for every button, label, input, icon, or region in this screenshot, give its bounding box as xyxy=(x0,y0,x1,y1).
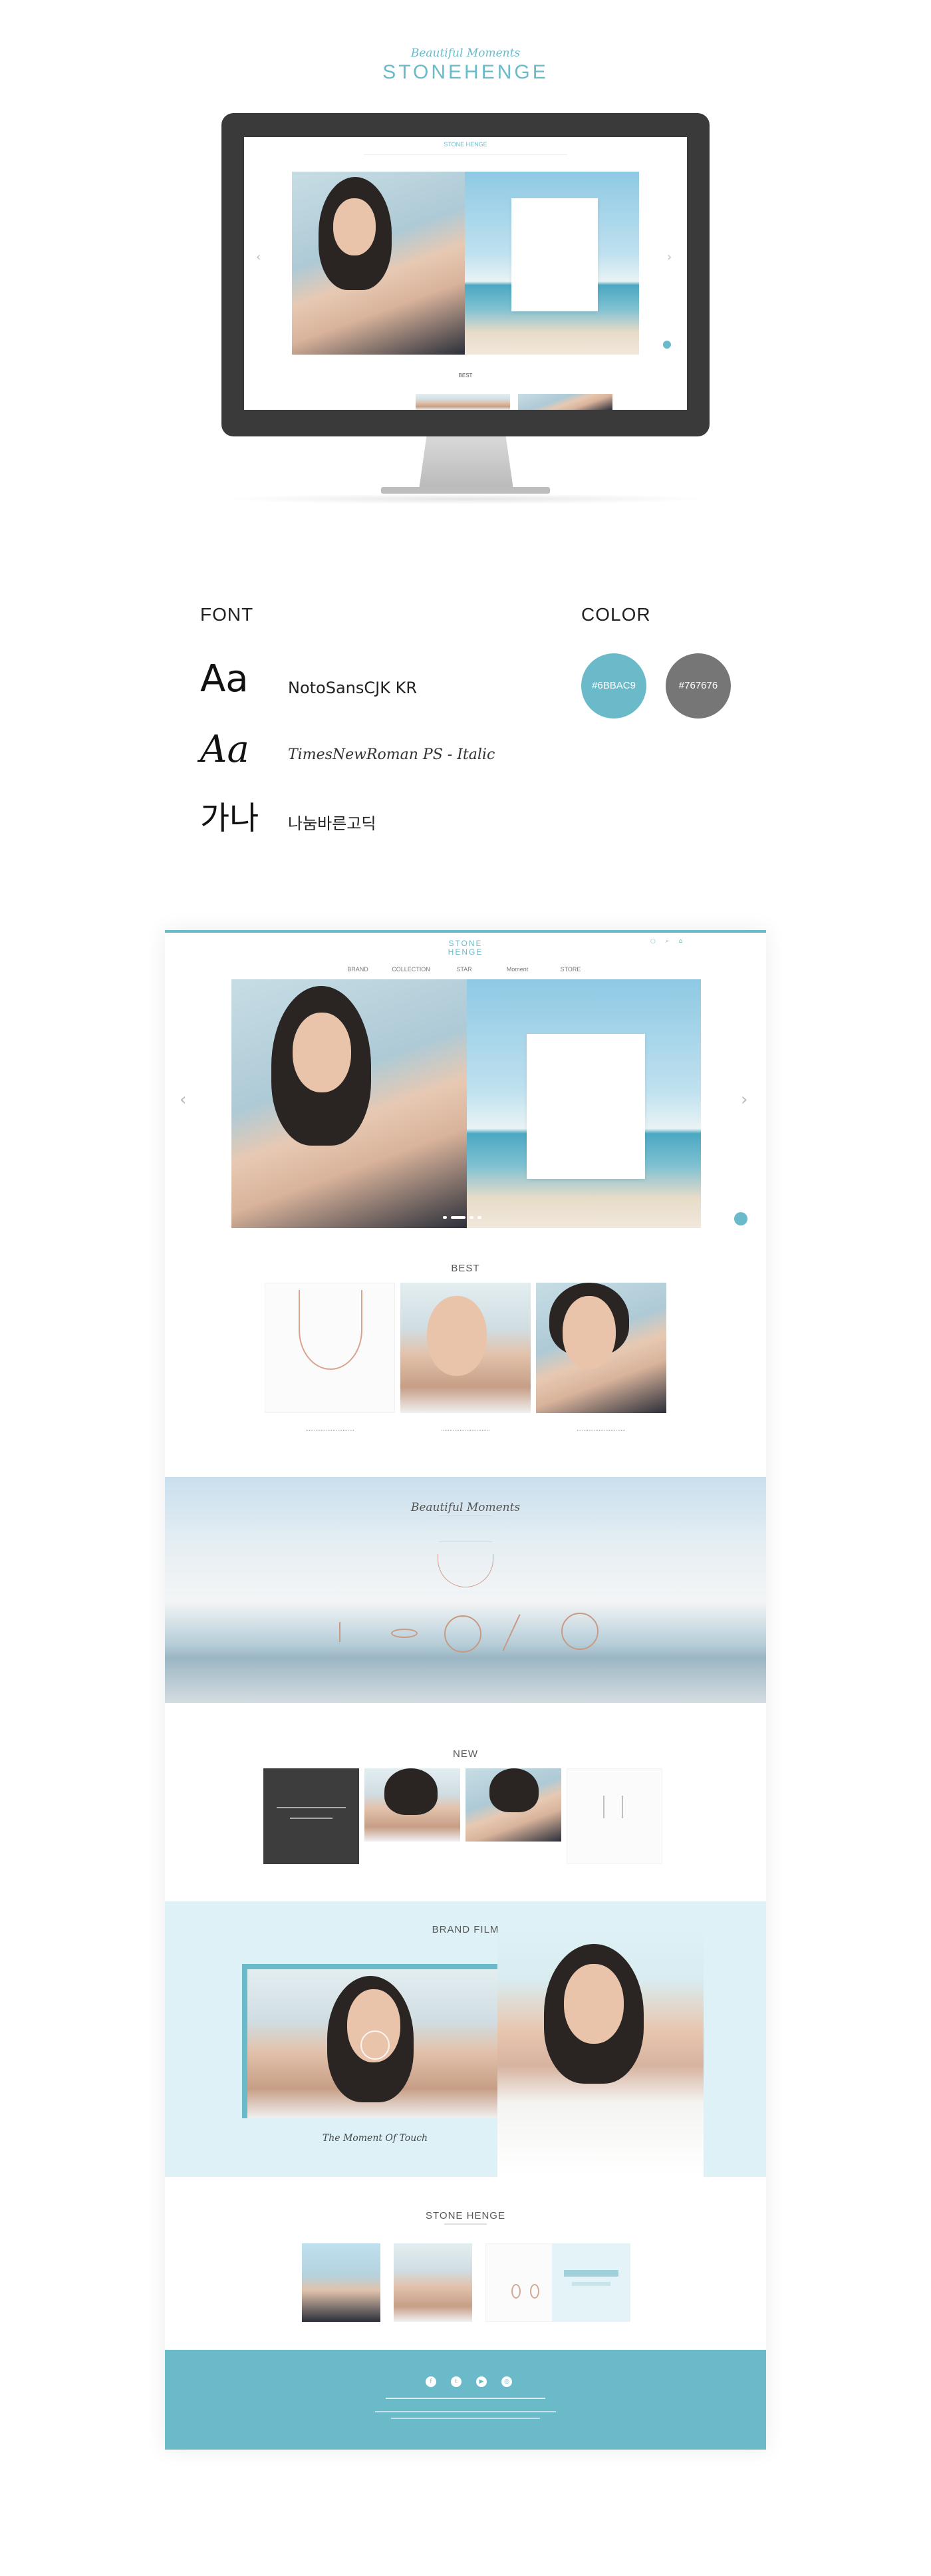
page-footer: f t ▶ ◎ xyxy=(165,2350,766,2450)
stonehenge-section-title: STONE HENGE xyxy=(426,2210,505,2221)
font-name-serif: TimesNewRoman PS - Italic xyxy=(288,746,495,763)
twitter-icon[interactable]: t xyxy=(451,2376,462,2387)
new-product-1-image[interactable] xyxy=(263,1768,359,1864)
font-heading: FONT xyxy=(200,604,254,625)
nav-moment[interactable]: Moment xyxy=(491,966,544,973)
best-product-3-caption[interactable]: ····························· xyxy=(536,1428,666,1434)
footer-copyright-line xyxy=(391,2418,540,2419)
hero-chevron-right-icon[interactable]: › xyxy=(741,1090,747,1110)
chevron-right-icon[interactable]: › xyxy=(667,250,672,264)
new-product-2-image[interactable] xyxy=(364,1768,460,1842)
nav-star[interactable]: STAR xyxy=(438,966,491,973)
screen-hero-sea-photo xyxy=(465,172,639,355)
hero-sea-photo xyxy=(467,979,701,1228)
font-sample-sans: Aa xyxy=(200,657,249,701)
moments-title: Beautiful Moments xyxy=(410,1501,521,1514)
best-product-1-caption[interactable]: ····························· xyxy=(265,1428,395,1434)
slider-dot[interactable] xyxy=(469,1216,473,1219)
moments-item[interactable] xyxy=(391,1629,418,1638)
new-section-title: NEW xyxy=(453,1748,478,1760)
youtube-icon[interactable]: ▶ xyxy=(476,2376,487,2387)
font-name-sans: NotoSansCJK KR xyxy=(288,679,418,697)
font-name-korean: 나눔바른고딕 xyxy=(288,814,376,833)
screen-nav-divider xyxy=(364,154,567,155)
color-swatch-gray: #767676 xyxy=(666,653,731,719)
film-caption: The Moment Of Touch xyxy=(322,2133,428,2144)
play-icon[interactable] xyxy=(360,2030,390,2060)
brand-logo: STONEHENGE xyxy=(382,61,549,83)
instagram-icon[interactable]: ◎ xyxy=(501,2376,512,2387)
font-sample-serif: Aa xyxy=(200,728,249,771)
screen-best-title: BEST xyxy=(458,373,473,379)
facebook-icon[interactable]: f xyxy=(426,2376,436,2387)
best-product-2-image[interactable] xyxy=(400,1283,531,1413)
instagram-thumb-2[interactable] xyxy=(394,2243,472,2322)
monitor-base xyxy=(381,487,550,494)
new-product-3-image[interactable] xyxy=(466,1768,561,1842)
best-product-2-caption[interactable]: ····························· xyxy=(400,1428,531,1434)
best-product-1-image[interactable] xyxy=(265,1283,395,1413)
monitor-frame: STONE HENGE ‹ › BEST xyxy=(221,113,710,436)
color-heading: COLOR xyxy=(581,604,651,625)
full-page-mockup: STONE HENGE ○ ⌕ ⌂ BRAND COLLECTION STAR … xyxy=(165,930,766,2450)
moments-item[interactable] xyxy=(339,1622,350,1642)
nav-store[interactable]: STORE xyxy=(544,966,597,973)
moments-text-lines xyxy=(439,1516,492,1542)
screen-logo: STONE HENGE xyxy=(444,141,487,148)
slider-dot[interactable] xyxy=(443,1216,447,1219)
slider-dot[interactable] xyxy=(477,1216,481,1219)
screen-best-thumb xyxy=(518,394,612,410)
color-swatch-accent: #6BBAC9 xyxy=(581,653,646,719)
monitor-stand xyxy=(419,436,513,490)
instagram-thumb-1[interactable] xyxy=(302,2243,380,2322)
brand-tagline: Beautiful Moments xyxy=(410,47,521,60)
nav-brand[interactable]: BRAND xyxy=(331,966,384,973)
brand-film-model-photo xyxy=(497,1931,704,2177)
footer-info-line xyxy=(375,2411,556,2412)
screen-best-thumb xyxy=(416,394,510,410)
best-section-title: BEST xyxy=(451,1263,480,1274)
nav-collection[interactable]: COLLECTION xyxy=(384,966,438,973)
header-utility-icons[interactable]: ○ ⌕ ⌂ xyxy=(650,938,686,945)
slider-dot-active[interactable] xyxy=(451,1216,466,1219)
best-product-3-image[interactable] xyxy=(536,1283,666,1413)
page-logo-bottom[interactable]: HENGE xyxy=(165,948,766,957)
instagram-thumb-4[interactable] xyxy=(552,2243,630,2322)
new-product-4-image[interactable] xyxy=(567,1768,662,1864)
moments-item[interactable] xyxy=(561,1613,598,1650)
monitor-shadow xyxy=(219,494,712,504)
screen-hero-model-photo xyxy=(292,172,465,355)
stonehenge-subtitle-line xyxy=(444,2223,487,2225)
footer-links-line[interactable] xyxy=(386,2398,545,2399)
page-top-accent-line xyxy=(165,930,766,933)
scroll-top-icon[interactable] xyxy=(734,1212,747,1225)
moments-item[interactable] xyxy=(444,1615,481,1653)
hero-model-photo xyxy=(231,979,467,1228)
scroll-top-icon[interactable] xyxy=(663,341,671,349)
monitor-screen: STONE HENGE ‹ › BEST xyxy=(244,137,687,410)
hero-chevron-left-icon[interactable]: ‹ xyxy=(180,1090,186,1110)
chevron-left-icon[interactable]: ‹ xyxy=(256,250,261,264)
font-sample-korean: 가나 xyxy=(200,800,259,837)
